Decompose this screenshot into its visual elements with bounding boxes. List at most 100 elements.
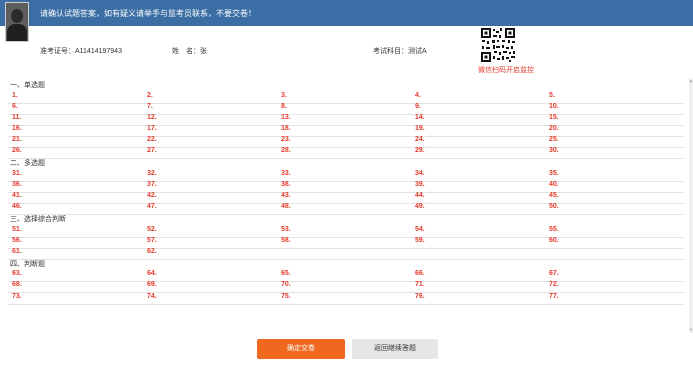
question-number[interactable]: 29.: [415, 147, 425, 154]
question-number[interactable]: 45.: [549, 192, 559, 199]
question-number[interactable]: 65.: [281, 270, 291, 277]
wechat-qr-code[interactable]: [480, 27, 516, 63]
question-number[interactable]: 31.: [12, 170, 22, 177]
question-number[interactable]: 17.: [147, 125, 157, 132]
question-number[interactable]: 6.: [12, 103, 18, 110]
question-number[interactable]: 38.: [281, 181, 291, 188]
question-number[interactable]: 24.: [415, 136, 425, 143]
question-number[interactable]: 16.: [12, 125, 22, 132]
question-number[interactable]: 39.: [415, 181, 425, 188]
question-number[interactable]: 69.: [147, 281, 157, 288]
question-number[interactable]: 51.: [12, 226, 22, 233]
question-number[interactable]: 7.: [147, 103, 153, 110]
question-number[interactable]: 62.: [147, 248, 157, 255]
question-number[interactable]: 18.: [281, 125, 291, 132]
question-number[interactable]: 11.: [12, 114, 21, 121]
question-number[interactable]: 27.: [147, 147, 157, 154]
question-number[interactable]: 48.: [281, 203, 291, 210]
question-number[interactable]: 13.: [281, 114, 291, 121]
question-number[interactable]: 37.: [147, 181, 157, 188]
exam-subject-value: 测试A: [408, 48, 427, 55]
warning-banner: 请确认试题答案，如有疑义请举手与监考员联系，不要交卷！: [0, 0, 693, 26]
question-number[interactable]: 75.: [281, 293, 291, 300]
question-number[interactable]: 72.: [549, 281, 559, 288]
answer-row: 46. 47. 48. 49. 50.: [8, 199, 684, 215]
question-number[interactable]: 67.: [549, 270, 559, 277]
question-number[interactable]: 64.: [147, 270, 157, 277]
photo-body-shape: [7, 24, 27, 41]
question-number[interactable]: 73.: [12, 293, 22, 300]
return-to-exam-button[interactable]: 返回继续答题: [352, 339, 438, 359]
scroll-down-icon[interactable]: ▼: [689, 327, 693, 332]
candidate-name-field: 姓 名：张: [172, 46, 207, 56]
scroll-up-icon[interactable]: ▲: [689, 78, 693, 83]
answer-sheet: 一、单选题 1. 2. 3. 4. 5. 6. 7. 8. 9. 10. 11. 12. 13. 14. 15…: [8, 78, 684, 333]
candidate-id-value: A11414197943: [75, 48, 122, 55]
question-number[interactable]: 55.: [549, 226, 559, 233]
question-number[interactable]: 2.: [147, 92, 153, 99]
question-number[interactable]: 20.: [549, 125, 559, 132]
question-number[interactable]: 77.: [549, 293, 559, 300]
question-number[interactable]: 21.: [12, 136, 22, 143]
question-number[interactable]: 44.: [415, 192, 425, 199]
question-number[interactable]: 49.: [415, 203, 425, 210]
answer-row: 26. 27. 28. 29. 30.: [8, 143, 684, 159]
question-number[interactable]: 76.: [415, 293, 425, 300]
question-number[interactable]: 56.: [12, 237, 22, 244]
question-number[interactable]: 25.: [549, 136, 559, 143]
footer-bar: 确定交卷 返回继续答题: [0, 333, 693, 371]
question-number[interactable]: 59.: [415, 237, 425, 244]
candidate-photo: [5, 2, 29, 42]
candidate-name-label: 姓 名：: [172, 48, 200, 55]
question-number[interactable]: 61.: [12, 248, 22, 255]
question-number[interactable]: 1.: [12, 92, 18, 99]
question-number[interactable]: 19.: [415, 125, 425, 132]
question-number[interactable]: 41.: [12, 192, 22, 199]
question-number[interactable]: 8.: [281, 103, 287, 110]
question-number[interactable]: 22.: [147, 136, 157, 143]
question-number[interactable]: 4.: [415, 92, 421, 99]
question-number[interactable]: 42.: [147, 192, 157, 199]
submit-exam-button[interactable]: 确定交卷: [257, 339, 345, 359]
question-number[interactable]: 30.: [549, 147, 559, 154]
question-number[interactable]: 53.: [281, 226, 291, 233]
question-number[interactable]: 47.: [147, 203, 157, 210]
question-number[interactable]: 63.: [12, 270, 22, 277]
vertical-scrollbar[interactable]: [689, 78, 693, 333]
question-number[interactable]: 9.: [415, 103, 421, 110]
question-number[interactable]: 34.: [415, 170, 425, 177]
question-number[interactable]: 3.: [281, 92, 287, 99]
question-number[interactable]: 32.: [147, 170, 157, 177]
question-number[interactable]: 46.: [12, 203, 22, 210]
question-number[interactable]: 60.: [549, 237, 559, 244]
question-number[interactable]: 68.: [12, 281, 22, 288]
question-number[interactable]: 26.: [12, 147, 22, 154]
question-number[interactable]: 70.: [281, 281, 291, 288]
question-number[interactable]: 23.: [281, 136, 291, 143]
question-number[interactable]: 57.: [147, 237, 157, 244]
question-number[interactable]: 5.: [549, 92, 555, 99]
question-number[interactable]: 14.: [415, 114, 425, 121]
candidate-id-field: 准考证号：A11414197943: [40, 46, 122, 56]
question-number[interactable]: 54.: [415, 226, 425, 233]
candidate-name-value: 张: [200, 48, 207, 55]
question-number[interactable]: 15.: [549, 114, 559, 121]
question-number[interactable]: 66.: [415, 270, 425, 277]
question-number[interactable]: 33.: [281, 170, 291, 177]
question-number[interactable]: 43.: [281, 192, 291, 199]
question-number[interactable]: 71.: [415, 281, 425, 288]
answer-row: 61. 62.: [8, 244, 684, 260]
question-number[interactable]: 28.: [281, 147, 291, 154]
question-number[interactable]: 36.: [12, 181, 22, 188]
question-number[interactable]: 50.: [549, 203, 559, 210]
question-number[interactable]: 35.: [549, 170, 559, 177]
question-number[interactable]: 52.: [147, 226, 157, 233]
question-number[interactable]: 74.: [147, 293, 157, 300]
question-number[interactable]: 40.: [549, 181, 559, 188]
candidate-id-label: 准考证号：: [40, 48, 75, 55]
exam-subject-field: 考试科目：测试A: [373, 46, 427, 56]
question-number[interactable]: 12.: [147, 114, 157, 121]
answer-row: 73. 74. 75. 76. 77.: [8, 289, 684, 305]
question-number[interactable]: 58.: [281, 237, 291, 244]
question-number[interactable]: 10.: [549, 103, 559, 110]
